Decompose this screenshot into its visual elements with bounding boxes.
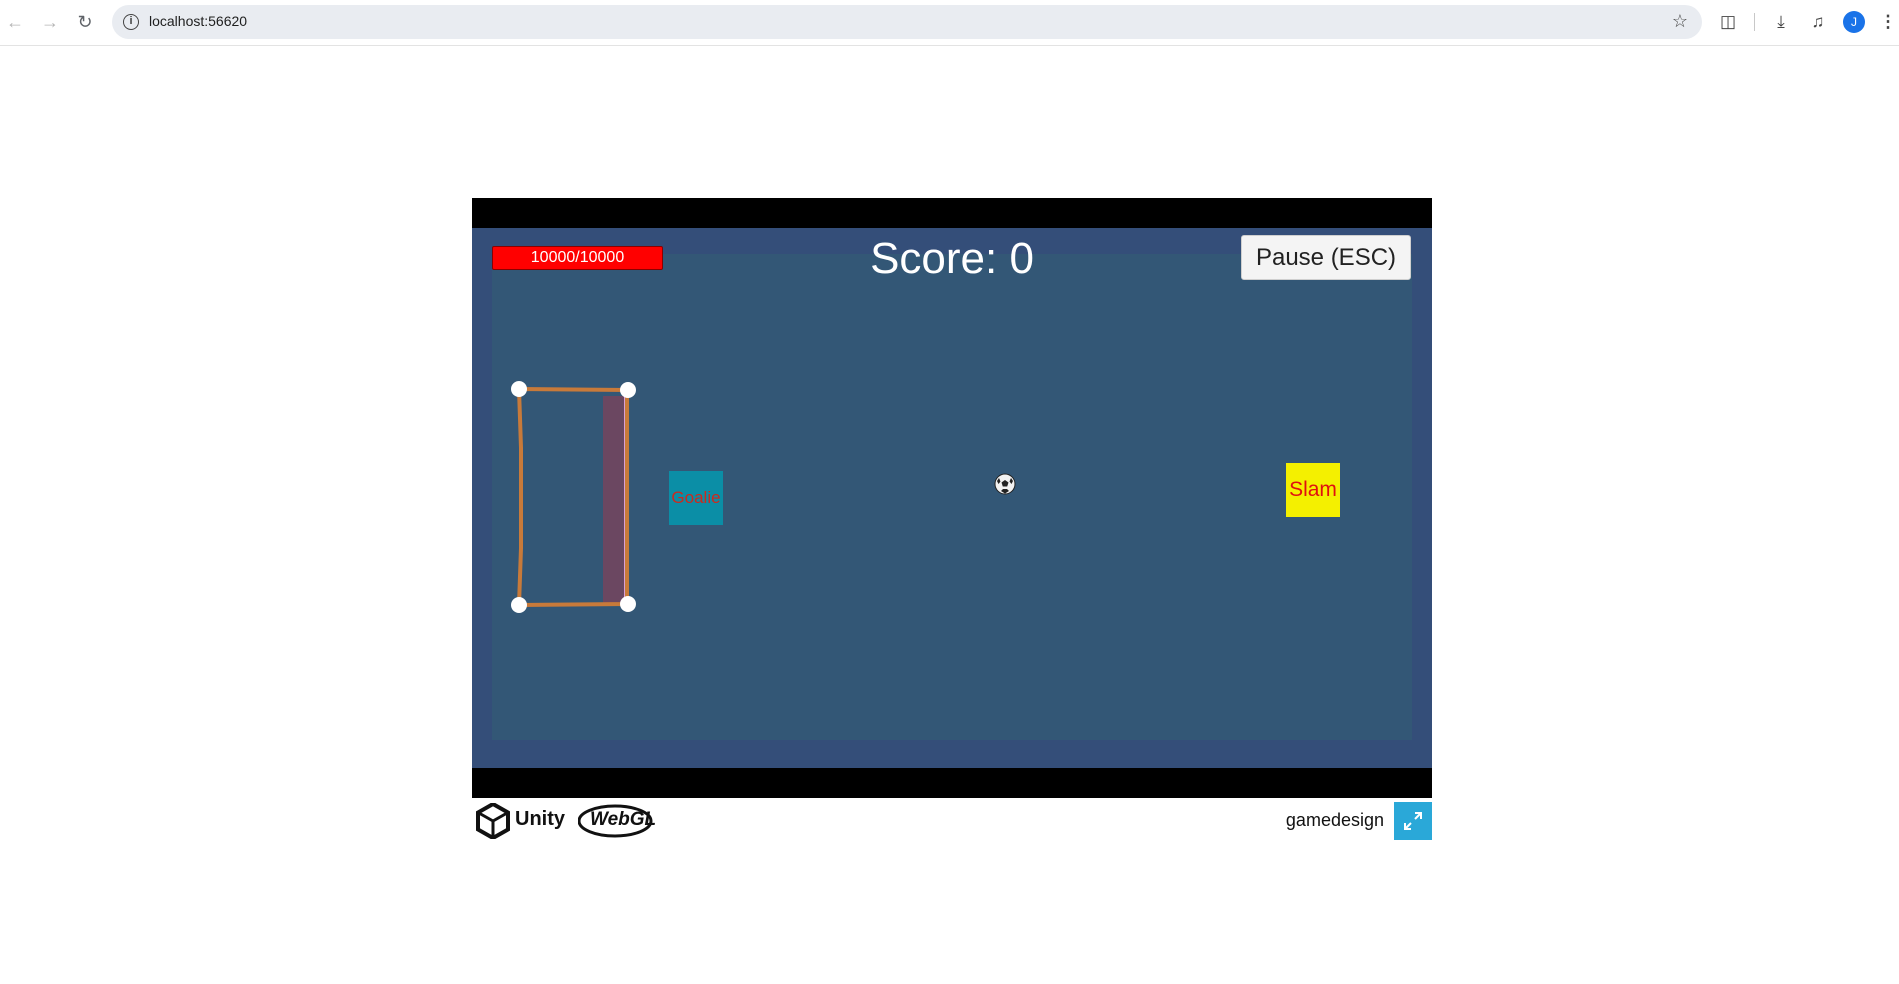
goal-corner-handle	[511, 381, 527, 397]
bookmark-star-icon[interactable]: ☆	[1672, 11, 1688, 32]
fullscreen-expand-icon	[1404, 812, 1422, 830]
download-icon[interactable]: ⤓	[1769, 10, 1793, 34]
unity-container: 10000/10000 Score: 0 Pause (ESC) Goalie …	[472, 198, 1432, 798]
fullscreen-button[interactable]	[1394, 802, 1432, 840]
back-arrow-icon[interactable]: ←	[2, 9, 28, 35]
address-bar[interactable]: i localhost:56620 ☆	[112, 5, 1702, 39]
webgl-wordmark: WebGL	[590, 809, 657, 830]
profile-avatar[interactable]: J	[1843, 11, 1865, 33]
media-control-icon[interactable]: ♫	[1806, 10, 1830, 34]
menu-kebab-icon[interactable]: ⋮	[1876, 10, 1899, 34]
toolbar-separator	[1754, 13, 1755, 31]
goal-corner-handle	[620, 382, 636, 398]
game-title: gamedesign	[1285, 810, 1384, 830]
goal-corner-handle	[620, 596, 636, 612]
slam-block[interactable]: Slam	[1286, 463, 1340, 517]
site-info-icon[interactable]: i	[123, 14, 139, 30]
pause-button[interactable]: Pause (ESC)	[1241, 235, 1411, 280]
goalie-block[interactable]: Goalie	[669, 471, 723, 525]
reload-icon[interactable]: ↻	[72, 9, 98, 35]
unity-wordmark: Unity	[515, 808, 565, 830]
game-canvas[interactable]: 10000/10000 Score: 0 Pause (ESC) Goalie …	[472, 228, 1432, 768]
unity-footer: Unity WebGL gamedesign	[472, 800, 1432, 842]
browser-toolbar: ← → ↻ i localhost:56620 ☆ ◫ ⤓ ♫ J ⋮	[0, 0, 1899, 46]
forward-arrow-icon[interactable]: →	[37, 9, 63, 35]
goal-net-area	[603, 396, 627, 604]
unity-logo-icon	[476, 803, 510, 839]
search-tab-icon[interactable]: ◫	[1716, 10, 1740, 34]
soccer-ball-icon[interactable]	[994, 473, 1016, 495]
url-text: localhost:56620	[149, 13, 248, 29]
goal-corner-handle	[511, 597, 527, 613]
